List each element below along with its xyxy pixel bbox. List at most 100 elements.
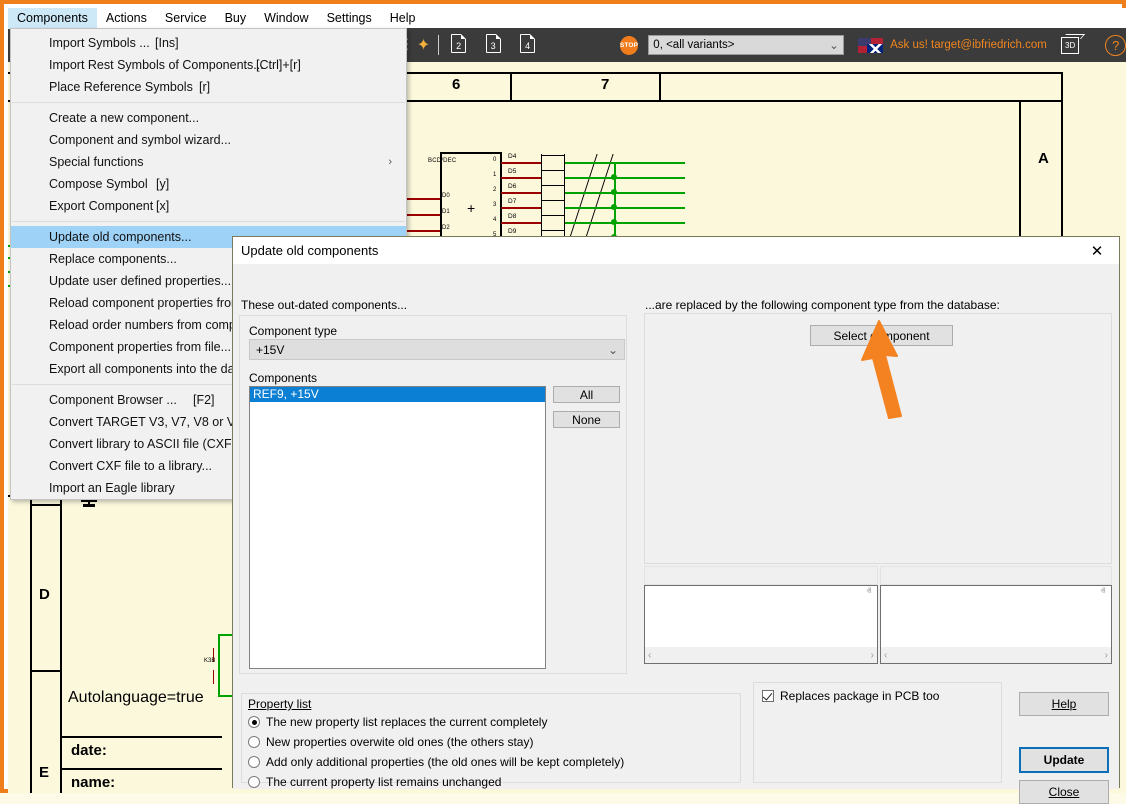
schematic-ic-in-d0: D0 xyxy=(442,193,450,199)
schematic-ic-pin-0: 0 xyxy=(493,157,496,163)
help-button[interactable]: Help xyxy=(1019,692,1109,716)
magic-wand-icon[interactable]: ✦ xyxy=(417,35,430,55)
menu-item-shortcut: [Ins] xyxy=(155,36,179,50)
menu-item-label: Export Component xyxy=(49,199,153,213)
scroll-right-icon[interactable]: › xyxy=(1105,650,1108,661)
menu-item-label: Reload order numbers from compo xyxy=(49,318,243,332)
menu-item-label: Component and symbol wizard... xyxy=(49,133,231,147)
select-component-label: Select component xyxy=(833,329,929,343)
replaces-package-checkbox-row[interactable]: Replaces package in PCB too xyxy=(762,689,939,703)
scroll-up-icon[interactable]: ⱏ xyxy=(1101,586,1106,597)
menu-item-place-reference-symbols[interactable]: Place Reference Symbols [r] xyxy=(11,76,406,98)
menu-item-shortcut: [F2] xyxy=(193,393,215,407)
menu-item-label: Reload component properties from xyxy=(49,296,241,310)
menu-help[interactable]: Help xyxy=(381,8,425,29)
component-type-select[interactable]: +15V ⌄ xyxy=(249,339,625,360)
property-option-add-additional[interactable]: Add only additional properties (the old … xyxy=(248,755,624,769)
menu-buy[interactable]: Buy xyxy=(216,8,256,29)
schematic-net-d4: D4 xyxy=(508,153,516,160)
replaces-package-label: Replaces package in PCB too xyxy=(780,689,939,703)
language-flag-icon[interactable] xyxy=(858,38,883,53)
scroll-right-icon[interactable]: › xyxy=(871,650,874,661)
page-4-button[interactable]: 4 xyxy=(520,34,541,56)
menu-settings[interactable]: Settings xyxy=(318,8,381,29)
menu-item-export-component[interactable]: Export Component [x] xyxy=(11,195,406,217)
schematic-row-label-a: A xyxy=(1038,150,1049,167)
property-option-unchanged[interactable]: The current property list remains unchan… xyxy=(248,775,501,789)
select-all-button[interactable]: All xyxy=(553,386,620,403)
menu-actions[interactable]: Actions xyxy=(97,8,156,29)
radio-icon[interactable] xyxy=(248,736,260,748)
menu-item-label: Convert library to ASCII file (CXF)... xyxy=(49,437,246,451)
schematic-net-d6: D6 xyxy=(508,183,516,190)
scroll-up-icon[interactable]: ⱏ xyxy=(867,586,872,597)
menu-item-special-functions[interactable]: Special functions › xyxy=(11,151,406,173)
scroll-left-icon[interactable]: ‹ xyxy=(884,650,887,661)
chevron-right-icon: › xyxy=(388,156,392,168)
menu-separator xyxy=(12,102,405,103)
select-component-button[interactable]: Select component xyxy=(810,325,953,346)
property-option-replace-completely[interactable]: The new property list replaces the curre… xyxy=(248,715,547,729)
menu-item-label: Component Browser ... xyxy=(49,393,177,407)
menu-item-label: Replace components... xyxy=(49,252,177,266)
schematic-col-label-6: 6 xyxy=(452,76,460,93)
page-3-button[interactable]: 3 xyxy=(486,34,507,56)
menu-item-component-symbol-wizard[interactable]: Component and symbol wizard... xyxy=(11,129,406,151)
scroll-left-icon[interactable]: ‹ xyxy=(648,650,651,661)
help-label: Help xyxy=(1052,697,1077,711)
menu-item-shortcut: [x] xyxy=(156,199,169,213)
variant-select[interactable]: 0, <all variants> ⌄ xyxy=(648,35,843,55)
checkbox-icon[interactable] xyxy=(762,690,774,702)
help-icon[interactable]: ? xyxy=(1105,35,1126,56)
menu-item-shortcut: [r] xyxy=(199,80,210,94)
menu-item-label: Import Rest Symbols of Components... xyxy=(49,58,264,72)
menu-window[interactable]: Window xyxy=(255,8,317,29)
page-4-label: 4 xyxy=(525,42,530,51)
radio-icon[interactable] xyxy=(248,756,260,768)
property-option-label: The current property list remains unchan… xyxy=(266,775,501,789)
application-window: 4 5 6 7 A BCD/DEC 0 1 2 3 4 5 D0 D1 D2 + xyxy=(0,0,1126,793)
menu-item-import-symbols[interactable]: Import Symbols ... [Ins] xyxy=(11,32,406,54)
schematic-ic-pin-1: 1 xyxy=(493,172,496,178)
help-glyph: ? xyxy=(1112,38,1119,53)
close-icon[interactable]: ✕ xyxy=(1075,237,1119,264)
select-none-button[interactable]: None xyxy=(553,411,620,428)
menu-item-label: Special functions xyxy=(49,155,144,169)
close-glyph: ✕ xyxy=(1091,242,1104,260)
radio-icon[interactable] xyxy=(248,776,260,788)
menu-item-import-rest-symbols[interactable]: Import Rest Symbols of Components... [Ctr… xyxy=(11,54,406,76)
schematic-col-label-7: 7 xyxy=(601,76,609,93)
close-button[interactable]: Close xyxy=(1019,780,1109,804)
component-type-value: +15V xyxy=(256,343,284,357)
left-preview-vscrollbar[interactable]: ⱏ ⱟ xyxy=(861,586,877,647)
dialog-title-bar: Update old components ✕ xyxy=(233,237,1119,264)
left-preview-pane[interactable]: ⱏ ⱟ ‹ › xyxy=(644,585,878,664)
menu-item-create-new-component[interactable]: Create a new component... xyxy=(11,107,406,129)
menu-item-label: Import an Eagle library xyxy=(49,481,175,495)
components-listbox[interactable]: REF9, +15V xyxy=(249,386,546,669)
list-item[interactable]: REF9, +15V xyxy=(250,387,545,402)
menu-service[interactable]: Service xyxy=(156,8,216,29)
property-option-overwrite[interactable]: New properties overwite old ones (the ot… xyxy=(248,735,533,749)
left-preview-hscrollbar[interactable]: ‹ › xyxy=(645,647,877,663)
menu-components[interactable]: Components xyxy=(8,8,97,29)
schematic-ic-plus-marker: + xyxy=(467,204,475,212)
schematic-row-label-d: D xyxy=(39,586,50,603)
update-button[interactable]: Update xyxy=(1019,747,1109,773)
property-option-label: The new property list replaces the curre… xyxy=(266,715,547,729)
close-label: Close xyxy=(1049,785,1080,799)
stop-icon[interactable]: STOP xyxy=(620,36,639,55)
page-2-button[interactable]: 2 xyxy=(451,34,472,56)
right-preview-pane[interactable]: ⱏ ⱟ ‹ › xyxy=(880,585,1112,664)
schematic-row-label-e: E xyxy=(39,764,49,781)
menu-item-compose-symbol[interactable]: Compose Symbol [y] xyxy=(11,173,406,195)
schematic-field-name: name: xyxy=(71,774,115,791)
3d-view-icon[interactable]: 3D xyxy=(1061,37,1080,54)
menu-item-label: Update old components... xyxy=(49,230,191,244)
right-preview-hscrollbar[interactable]: ‹ › xyxy=(881,647,1111,663)
radio-icon[interactable] xyxy=(248,716,260,728)
update-old-components-dialog: Update old components ✕ These out-dated … xyxy=(232,236,1120,788)
right-preview-vscrollbar[interactable]: ⱏ ⱟ xyxy=(1095,586,1111,647)
right-section-caption: ...are replaced by the following compone… xyxy=(645,298,1000,312)
ask-us-link[interactable]: Ask us! target@ibfriedrich.com xyxy=(890,39,1047,51)
